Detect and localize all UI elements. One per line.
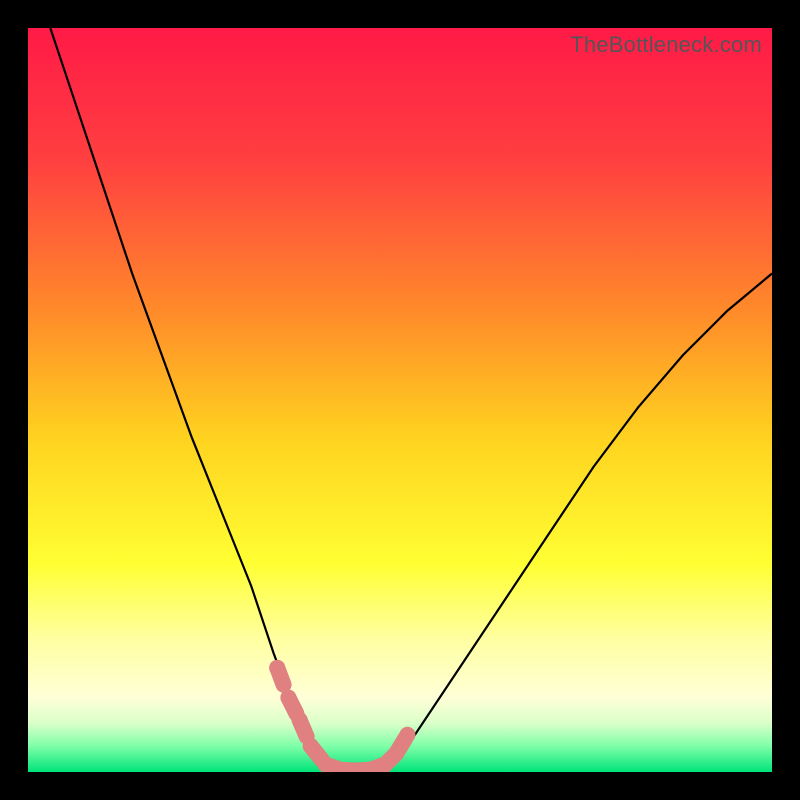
watermark-text: TheBottleneck.com — [570, 32, 762, 58]
chart-root: TheBottleneck.com — [0, 0, 800, 800]
heat-gradient-background — [28, 28, 772, 772]
plot-area: TheBottleneck.com — [28, 28, 772, 772]
